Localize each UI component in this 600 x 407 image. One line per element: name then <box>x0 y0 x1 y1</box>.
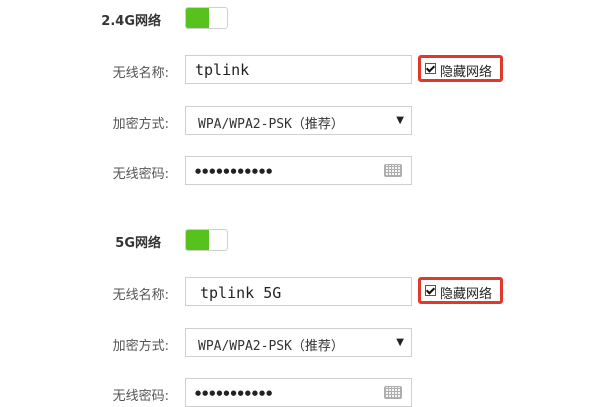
encryption-5g-value: WPA/WPA2-PSK（推荐） <box>198 339 344 354</box>
encryption-5g-label: 加密方式: <box>112 339 169 354</box>
ssid-24g-value: tplink <box>195 61 250 79</box>
encryption-24g-value: WPA/WPA2-PSK（推荐） <box>198 117 344 132</box>
keyboard-icon[interactable] <box>384 386 402 399</box>
ssid-24g-label: 无线名称: <box>112 66 169 81</box>
ssid-5g-input[interactable]: tplink 5G <box>185 277 412 306</box>
hide-network-24g[interactable]: 隐藏网络 <box>418 55 503 82</box>
password-5g-input[interactable]: ●●●●●●●●●●● <box>185 378 412 407</box>
password-24g-label: 无线密码: <box>112 167 169 182</box>
hide-network-5g[interactable]: 隐藏网络 <box>418 277 503 304</box>
ssid-5g-label: 无线名称: <box>112 288 169 303</box>
keyboard-icon[interactable] <box>384 164 402 177</box>
band-5g-toggle[interactable] <box>185 229 228 251</box>
caret-down-icon: ▼ <box>396 337 404 348</box>
checkbox-checked-icon[interactable] <box>425 285 436 296</box>
toggle-on-indicator <box>186 8 209 28</box>
toggle-on-indicator <box>186 230 209 250</box>
encryption-5g-select[interactable]: WPA/WPA2-PSK（推荐） ▼ <box>185 328 412 357</box>
ssid-5g-value: tplink 5G <box>200 284 282 302</box>
encryption-24g-select[interactable]: WPA/WPA2-PSK（推荐） ▼ <box>185 106 412 135</box>
hide-network-5g-label: 隐藏网络 <box>440 287 493 302</box>
hide-network-24g-label: 隐藏网络 <box>440 65 493 80</box>
password-5g-mask: ●●●●●●●●●●● <box>195 389 274 397</box>
encryption-24g-label: 加密方式: <box>112 117 169 132</box>
password-5g-label: 无线密码: <box>112 389 169 404</box>
checkbox-checked-icon[interactable] <box>425 63 436 74</box>
caret-down-icon: ▼ <box>396 115 404 126</box>
band-5g-title: 5G网络 <box>115 236 161 251</box>
ssid-24g-input[interactable]: tplink <box>185 55 412 84</box>
band-24g-toggle[interactable] <box>185 7 228 29</box>
band-24g-title: 2.4G网络 <box>101 14 161 29</box>
password-24g-mask: ●●●●●●●●●●● <box>195 167 274 175</box>
password-24g-input[interactable]: ●●●●●●●●●●● <box>185 156 412 185</box>
